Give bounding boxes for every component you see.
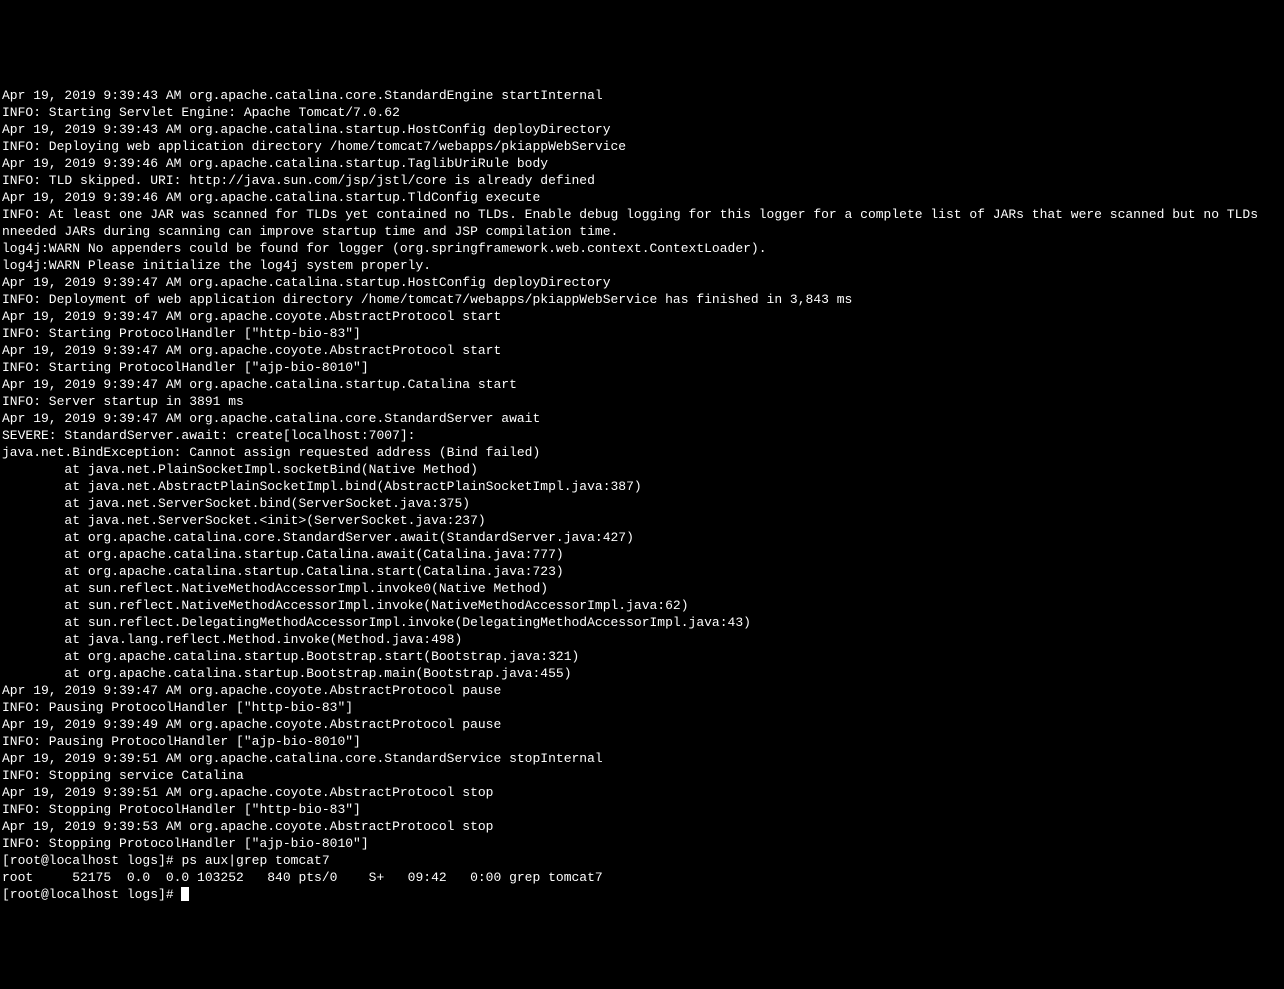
- log-line: log4j:WARN No appenders could be found f…: [2, 240, 1282, 257]
- log-line: INFO: Starting Servlet Engine: Apache To…: [2, 104, 1282, 121]
- log-line: Apr 19, 2019 9:39:47 AM org.apache.catal…: [2, 274, 1282, 291]
- log-line: INFO: Server startup in 3891 ms: [2, 393, 1282, 410]
- cursor-icon: [181, 887, 189, 901]
- log-line: INFO: Starting ProtocolHandler ["ajp-bio…: [2, 359, 1282, 376]
- log-line: Apr 19, 2019 9:39:47 AM org.apache.catal…: [2, 410, 1282, 427]
- log-line: Apr 19, 2019 9:39:47 AM org.apache.catal…: [2, 376, 1282, 393]
- ps-output-line: root 52175 0.0 0.0 103252 840 pts/0 S+ 0…: [2, 869, 1282, 886]
- log-line: at java.lang.reflect.Method.invoke(Metho…: [2, 631, 1282, 648]
- shell-prompt-line-1: [root@localhost logs]# ps aux|grep tomca…: [2, 852, 1282, 869]
- log-line: nneeded JARs during scanning can improve…: [2, 223, 1282, 240]
- log-line: at sun.reflect.NativeMethodAccessorImpl.…: [2, 580, 1282, 597]
- log-line: Apr 19, 2019 9:39:43 AM org.apache.catal…: [2, 121, 1282, 138]
- shell-command-1: ps aux|grep tomcat7: [181, 853, 329, 868]
- log-line: java.net.BindException: Cannot assign re…: [2, 444, 1282, 461]
- log-line: Apr 19, 2019 9:39:46 AM org.apache.catal…: [2, 155, 1282, 172]
- shell-prompt-line-2: [root@localhost logs]#: [2, 886, 1282, 903]
- log-line: INFO: Pausing ProtocolHandler ["ajp-bio-…: [2, 733, 1282, 750]
- log-line: INFO: TLD skipped. URI: http://java.sun.…: [2, 172, 1282, 189]
- log-line: at org.apache.catalina.core.StandardServ…: [2, 529, 1282, 546]
- log-line: at java.net.ServerSocket.<init>(ServerSo…: [2, 512, 1282, 529]
- log-line: INFO: Pausing ProtocolHandler ["http-bio…: [2, 699, 1282, 716]
- shell-prompt-2: [root@localhost logs]#: [2, 887, 181, 902]
- log-line: Apr 19, 2019 9:39:43 AM org.apache.catal…: [2, 87, 1282, 104]
- log-line: at org.apache.catalina.startup.Bootstrap…: [2, 648, 1282, 665]
- log-line: at java.net.AbstractPlainSocketImpl.bind…: [2, 478, 1282, 495]
- log-line: at org.apache.catalina.startup.Bootstrap…: [2, 665, 1282, 682]
- log-line: at org.apache.catalina.startup.Catalina.…: [2, 563, 1282, 580]
- log-line: INFO: At least one JAR was scanned for T…: [2, 206, 1282, 223]
- log-line: INFO: Starting ProtocolHandler ["http-bi…: [2, 325, 1282, 342]
- log-line: Apr 19, 2019 9:39:51 AM org.apache.coyot…: [2, 784, 1282, 801]
- log-line: at org.apache.catalina.startup.Catalina.…: [2, 546, 1282, 563]
- log-line: at java.net.PlainSocketImpl.socketBind(N…: [2, 461, 1282, 478]
- log-line: INFO: Stopping service Catalina: [2, 767, 1282, 784]
- log-line: INFO: Deploying web application director…: [2, 138, 1282, 155]
- shell-prompt-1: [root@localhost logs]#: [2, 853, 181, 868]
- log-line: Apr 19, 2019 9:39:47 AM org.apache.coyot…: [2, 342, 1282, 359]
- log-line: at sun.reflect.NativeMethodAccessorImpl.…: [2, 597, 1282, 614]
- log-line: Apr 19, 2019 9:39:51 AM org.apache.catal…: [2, 750, 1282, 767]
- log-line: Apr 19, 2019 9:39:53 AM org.apache.coyot…: [2, 818, 1282, 835]
- log-line: INFO: Stopping ProtocolHandler ["http-bi…: [2, 801, 1282, 818]
- log-line: SEVERE: StandardServer.await: create[loc…: [2, 427, 1282, 444]
- log-line: Apr 19, 2019 9:39:46 AM org.apache.catal…: [2, 189, 1282, 206]
- log-lines-container: Apr 19, 2019 9:39:43 AM org.apache.catal…: [2, 87, 1282, 852]
- terminal-output[interactable]: Apr 19, 2019 9:39:43 AM org.apache.catal…: [2, 70, 1282, 904]
- log-line: Apr 19, 2019 9:39:47 AM org.apache.coyot…: [2, 682, 1282, 699]
- log-line: log4j:WARN Please initialize the log4j s…: [2, 257, 1282, 274]
- log-line: at java.net.ServerSocket.bind(ServerSock…: [2, 495, 1282, 512]
- log-line: at sun.reflect.DelegatingMethodAccessorI…: [2, 614, 1282, 631]
- log-line: Apr 19, 2019 9:39:49 AM org.apache.coyot…: [2, 716, 1282, 733]
- log-line: INFO: Deployment of web application dire…: [2, 291, 1282, 308]
- log-line: Apr 19, 2019 9:39:47 AM org.apache.coyot…: [2, 308, 1282, 325]
